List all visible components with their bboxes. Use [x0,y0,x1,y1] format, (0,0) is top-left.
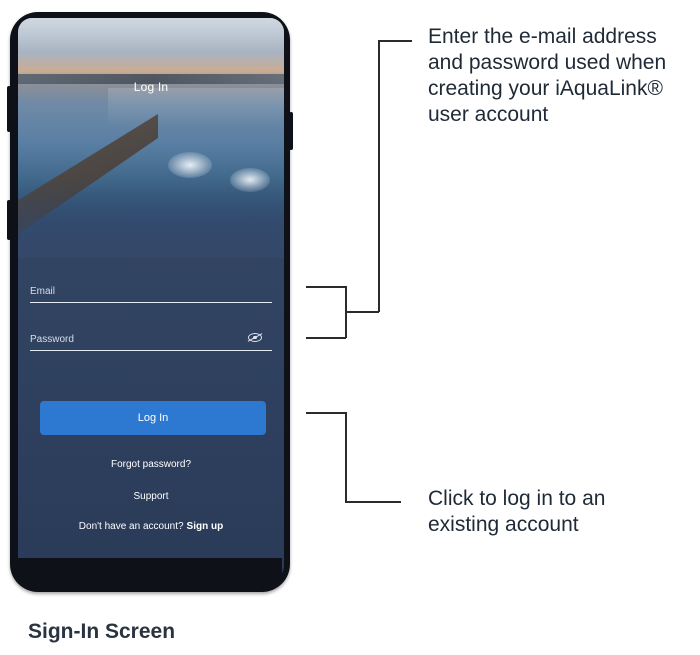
callout-line-text: Enter the e-mail address [428,25,657,48]
callout-line-text: Click to log in to an [428,487,606,510]
callout-line-text: existing account [428,513,579,536]
callout-line [306,412,346,414]
login-button[interactable]: Log In [40,401,266,435]
side-button [7,200,11,240]
signup-link[interactable]: Sign up [187,521,224,532]
phone-screen: Log In Log In Forgot password? Support D… [18,18,284,580]
email-field-container [30,280,272,303]
pool-background-image [18,18,284,258]
volume-button [7,86,11,132]
fountain-spray [168,152,212,178]
callout-line [306,286,346,288]
image-fade [18,178,284,258]
password-field[interactable] [30,328,272,350]
page-title: Log In [133,80,169,94]
callout-line-text: and password used when [428,51,667,74]
callout-line-text: creating your iAquaLink® [428,77,663,100]
callout-line [378,40,380,312]
callout-line [306,337,346,339]
no-account-text: Don't have an account? [78,521,184,532]
power-button [289,112,293,150]
forgot-password-link[interactable]: Forgot password? [18,459,284,470]
login-callout: Click to log in to an existing account [428,486,688,538]
support-link[interactable]: Support [18,491,284,502]
phone-bottom-bezel [18,558,282,580]
signup-row: Don't have an account? Sign up [18,521,284,532]
password-field-container [30,328,272,351]
figure-caption: Sign-In Screen [28,620,176,643]
credentials-callout: Enter the e-mail address and password us… [428,24,700,128]
sky-clouds [18,18,284,78]
callout-line [345,311,379,313]
callout-line-text: user account [428,103,549,126]
callout-line [345,412,347,502]
callout-line [378,40,412,42]
callout-line [345,501,401,503]
water-reflection [108,88,284,128]
eye-slash-icon[interactable] [248,333,262,342]
email-field[interactable] [30,280,272,302]
